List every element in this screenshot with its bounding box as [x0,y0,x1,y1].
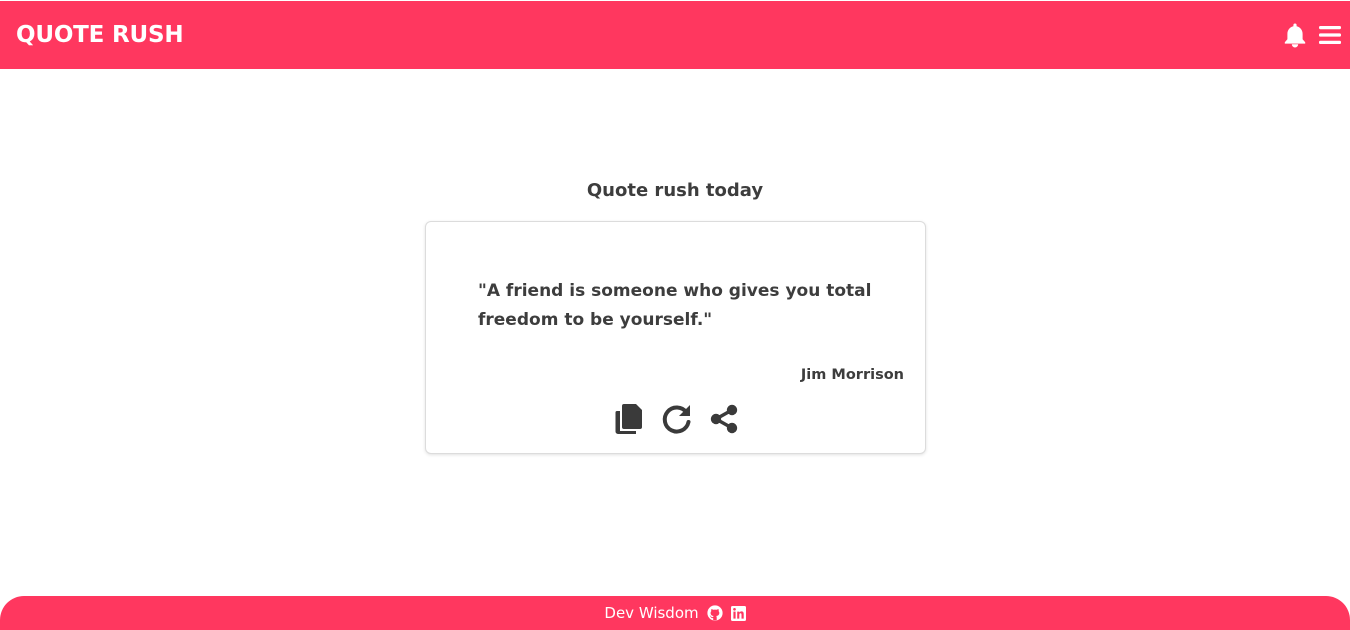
quote-card: "A friend is someone who gives you total… [425,221,926,454]
app-title: QUOTE RUSH [16,22,184,48]
quote-text: "A friend is someone who gives you total… [478,281,872,330]
github-icon[interactable] [707,604,723,622]
linkedin-icon[interactable] [730,604,746,622]
copy-icon[interactable] [612,402,646,436]
quote-actions [426,402,925,436]
refresh-icon[interactable] [660,402,694,436]
menu-icon[interactable] [1319,25,1341,45]
footer: Dev Wisdom [0,596,1350,630]
quote-author: Jim Morrison [800,367,904,383]
share-icon[interactable] [708,403,740,435]
footer-text: Dev Wisdom [604,604,699,622]
top-actions [1283,22,1341,48]
page-heading: Quote rush today [586,180,764,201]
page: QUOTE RUSH Quote rush today "A friend is… [0,0,1350,630]
top-bar: QUOTE RUSH [0,1,1350,69]
bell-icon[interactable] [1283,22,1307,48]
